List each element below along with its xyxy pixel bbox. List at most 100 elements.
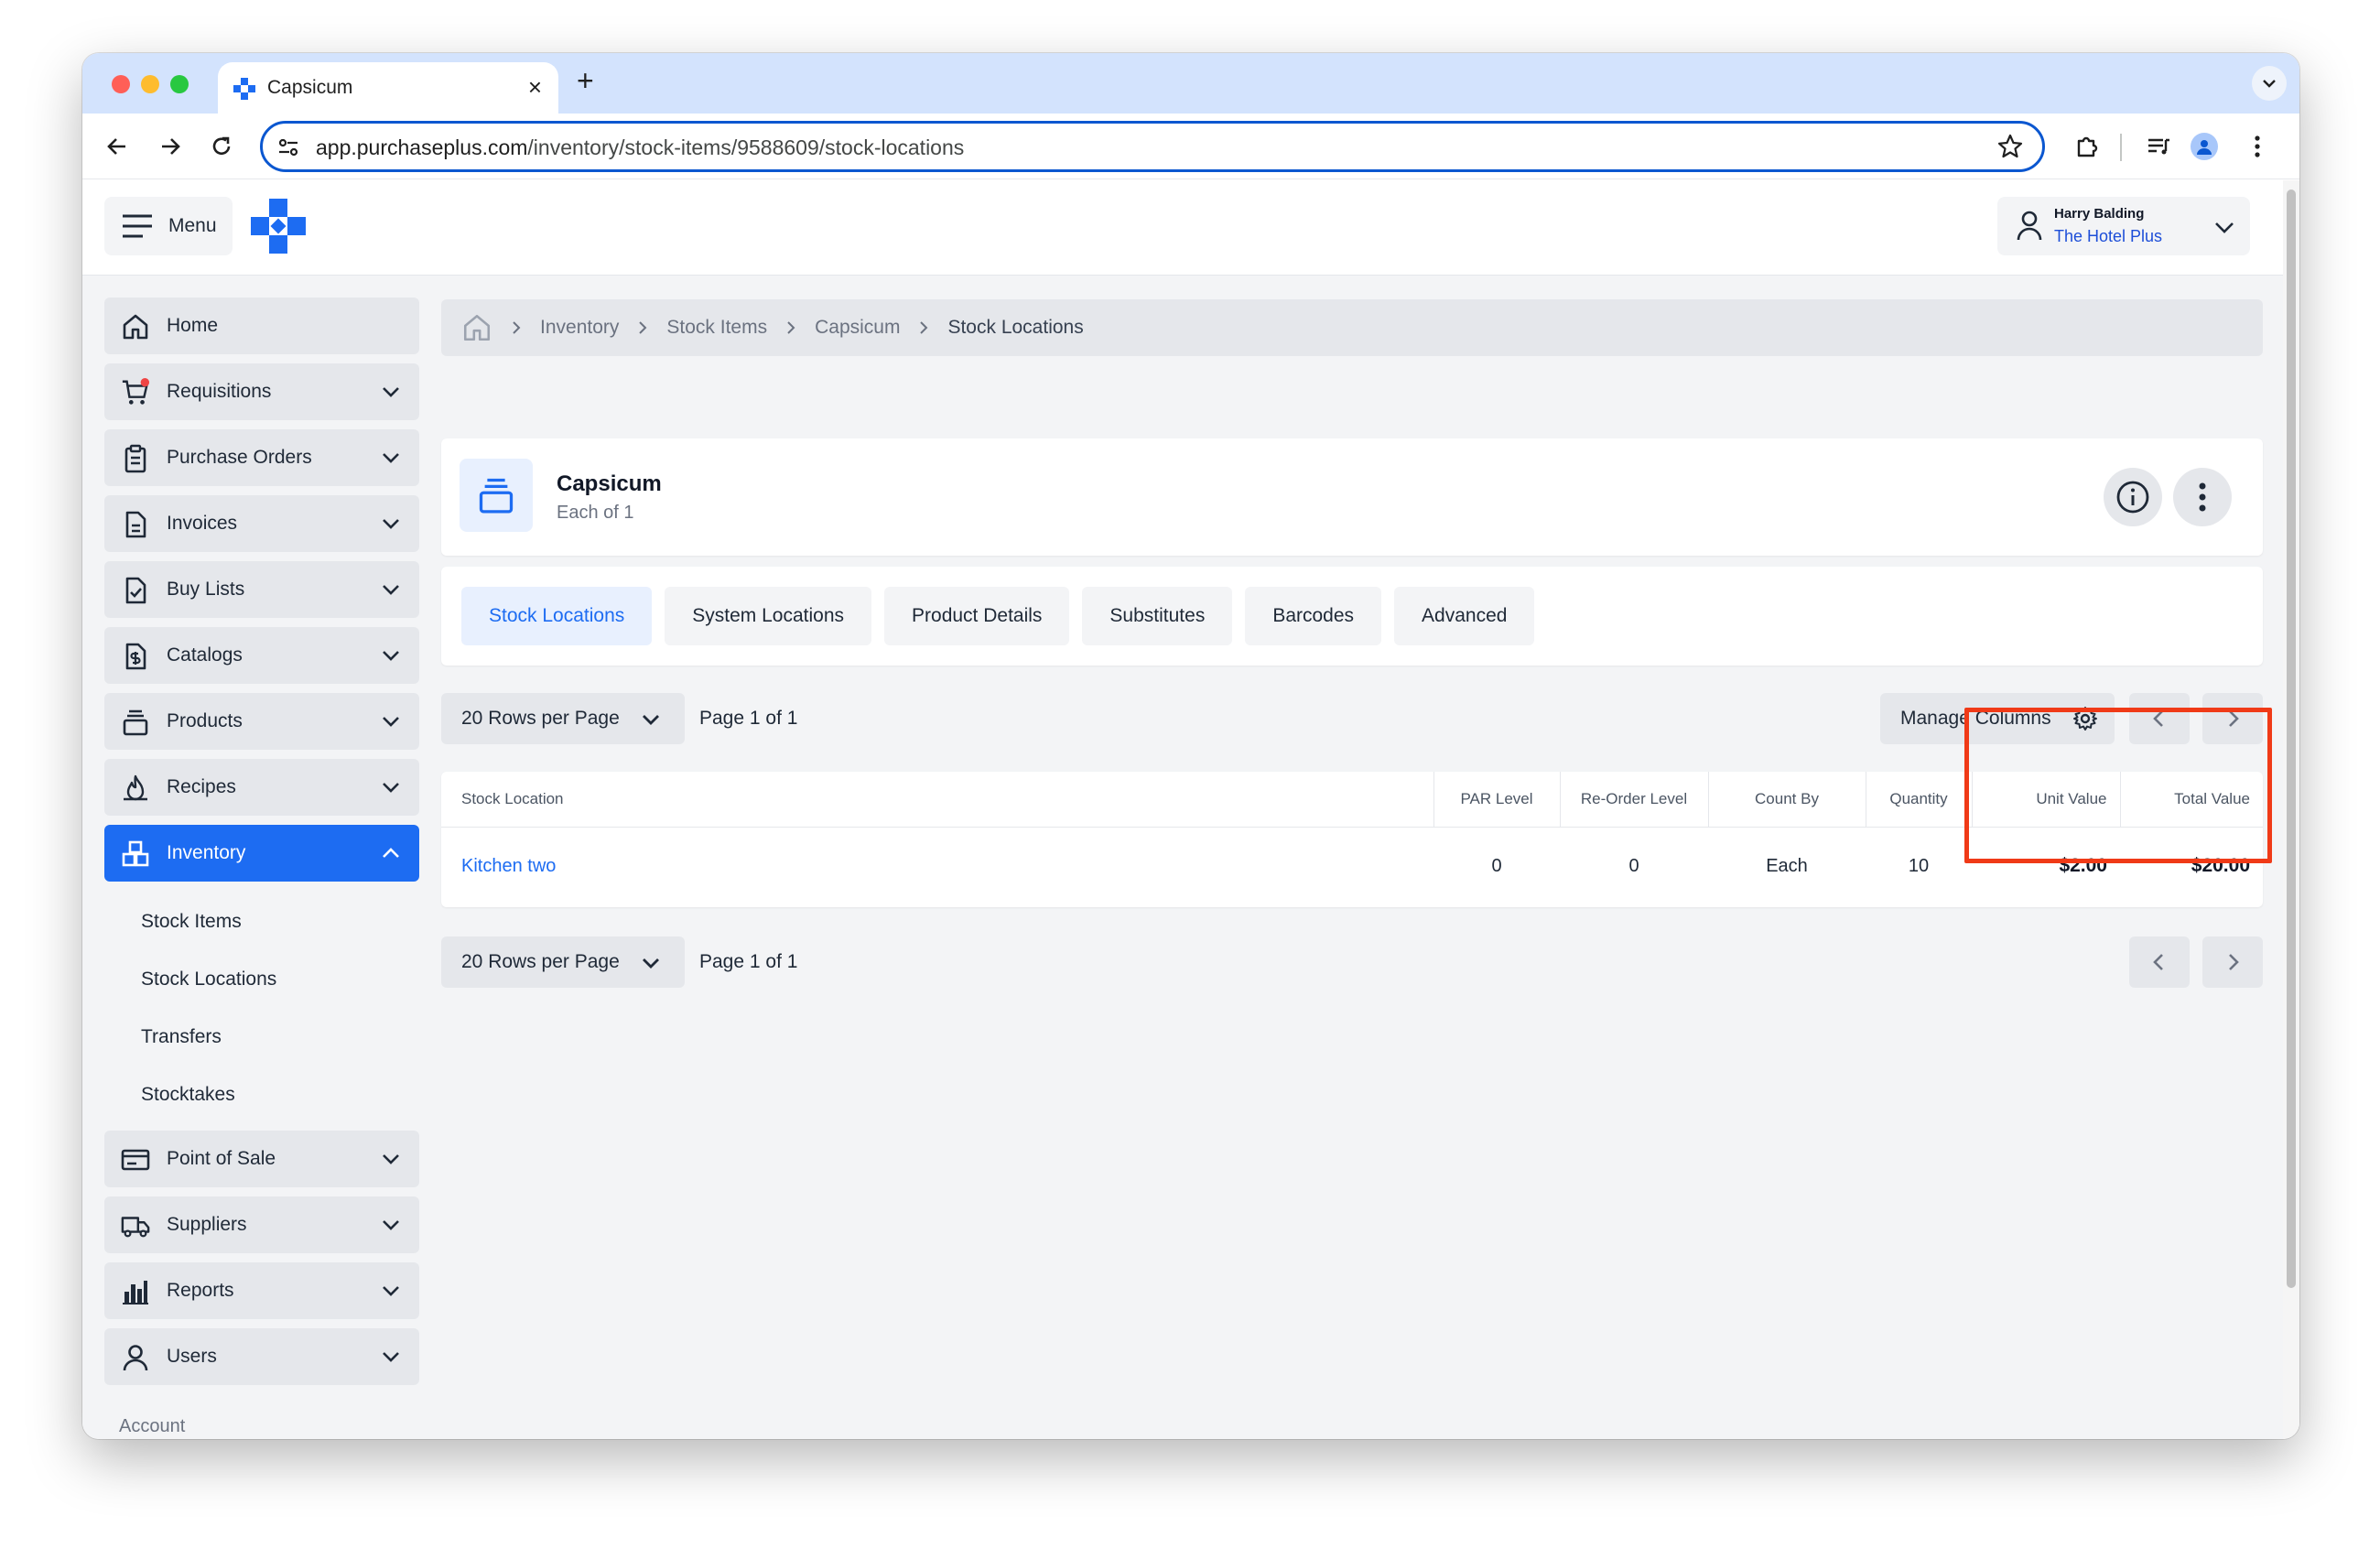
info-button[interactable] [2104, 468, 2162, 526]
stock-locations-table: Stock Location PAR Level Re-Order Level … [441, 772, 2263, 907]
profile-button[interactable] [2188, 130, 2221, 163]
minimize-window-button[interactable] [141, 75, 159, 93]
tab-substitutes[interactable]: Substitutes [1082, 587, 1233, 645]
unit-value-cell: $2.00 [2059, 855, 2107, 877]
sidebar-item-buy-lists[interactable]: Buy Lists [104, 561, 419, 618]
back-button[interactable] [101, 130, 134, 163]
purchaseplus-logo[interactable] [251, 199, 306, 254]
inventory-submenu: Stock Items Stock Locations Transfers St… [104, 891, 419, 1131]
browser-tab-bar: Capsicum × + [82, 53, 2299, 114]
next-page-button[interactable] [2202, 693, 2263, 744]
sidebar-item-products[interactable]: Products [104, 693, 419, 750]
page-scrollbar-thumb[interactable] [2287, 189, 2296, 1288]
rows-per-page-select[interactable]: 20 Rows per Page [441, 693, 685, 744]
tab-search-button[interactable] [2252, 66, 2287, 101]
profile-avatar-icon [2191, 133, 2218, 160]
new-tab-button[interactable]: + [577, 64, 594, 98]
forward-button[interactable] [154, 130, 187, 163]
chevron-right-icon [2229, 954, 2239, 970]
item-tabs: Stock Locations System Locations Product… [441, 567, 2263, 666]
column-header-unit-value[interactable]: Unit Value [1971, 772, 2120, 828]
sidebar-subitem-stock-locations[interactable]: Stock Locations [104, 950, 419, 1008]
app-area: Menu Harry Balding The Hotel Plus Home R… [82, 180, 2299, 1439]
sidebar-item-suppliers[interactable]: Suppliers [104, 1196, 419, 1253]
extensions-button[interactable] [2071, 130, 2104, 163]
sidebar-item-label: Requisitions [167, 381, 272, 402]
sidebar-item-label: Suppliers [167, 1214, 247, 1235]
hamburger-icon [123, 214, 152, 238]
close-window-button[interactable] [112, 75, 130, 93]
sidebar-item-requisitions[interactable]: Requisitions [104, 363, 419, 420]
page-scrollbar[interactable] [2283, 180, 2299, 1439]
rows-per-page-label: 20 Rows per Page [461, 708, 620, 729]
table-row: Kitchen two 0 0 Each 10 $2.00 $20.00 [441, 827, 2263, 905]
bookmark-star-icon[interactable] [1996, 133, 2024, 160]
rows-per-page-label: 20 Rows per Page [461, 951, 620, 972]
tab-advanced[interactable]: Advanced [1394, 587, 1535, 645]
count-by-cell: Each [1766, 855, 1808, 876]
par-level-cell: 0 [1491, 855, 1502, 876]
gear-icon [2073, 707, 2097, 731]
sidebar-subitem-transfers[interactable]: Transfers [104, 1008, 419, 1066]
sidebar-item-catalogs[interactable]: Catalogs [104, 627, 419, 684]
media-controls-button[interactable] [2142, 130, 2175, 163]
stock-location-link[interactable]: Kitchen two [441, 827, 1433, 905]
browser-menu-button[interactable] [2241, 130, 2274, 163]
sidebar-subitem-stock-items[interactable]: Stock Items [104, 893, 419, 950]
app-header: Menu Harry Balding The Hotel Plus [82, 180, 2283, 276]
more-options-button[interactable] [2173, 468, 2232, 526]
tab-stock-locations[interactable]: Stock Locations [461, 587, 653, 645]
sidebar-item-point-of-sale[interactable]: Point of Sale [104, 1131, 419, 1187]
stack-icon [479, 478, 514, 514]
address-bar[interactable]: app.purchaseplus.com/inventory/stock-ite… [260, 121, 2045, 172]
sidebar-item-reports[interactable]: Reports [104, 1262, 419, 1319]
sidebar-item-label: Catalogs [167, 644, 243, 666]
maximize-window-button[interactable] [170, 75, 189, 93]
previous-page-button[interactable] [2129, 693, 2190, 744]
browser-toolbar: app.purchaseplus.com/inventory/stock-ite… [82, 114, 2299, 179]
column-header-count-by[interactable]: Count By [1707, 772, 1866, 828]
url-text: app.purchaseplus.com/inventory/stock-ite… [316, 135, 964, 160]
manage-columns-button[interactable]: Manage Columns [1880, 693, 2115, 744]
product-image [460, 459, 533, 532]
home-icon[interactable] [461, 312, 492, 343]
chevron-down-icon [383, 585, 399, 595]
sidebar-item-recipes[interactable]: Recipes [104, 759, 419, 816]
arrow-right-icon [162, 138, 180, 155]
column-header-quantity[interactable]: Quantity [1865, 772, 1972, 828]
sidebar-item-purchase-orders[interactable]: Purchase Orders [104, 429, 419, 486]
chevron-down-icon [643, 958, 659, 969]
breadcrumb-inventory[interactable]: Inventory [540, 317, 619, 339]
tab-system-locations[interactable]: System Locations [665, 587, 872, 645]
sidebar-item-users[interactable]: Users [104, 1328, 419, 1385]
sidebar-item-label: Buy Lists [167, 579, 245, 600]
sidebar-item-label: Reports [167, 1280, 234, 1301]
reload-button[interactable] [205, 130, 238, 163]
sidebar-subitem-stocktakes[interactable]: Stocktakes [104, 1066, 419, 1123]
sidebar-item-home[interactable]: Home [104, 298, 419, 354]
column-header-reorder-level[interactable]: Re-Order Level [1559, 772, 1708, 828]
tab-close-icon[interactable]: × [528, 73, 542, 102]
chevron-down-icon [383, 783, 399, 793]
user-menu-button[interactable]: Harry Balding The Hotel Plus [1997, 197, 2250, 255]
chevron-down-icon [643, 715, 659, 725]
tab-product-details[interactable]: Product Details [884, 587, 1070, 645]
menu-button[interactable]: Menu [104, 197, 233, 255]
column-header-stock-location[interactable]: Stock Location [441, 772, 1433, 828]
breadcrumb-capsicum[interactable]: Capsicum [815, 317, 900, 339]
stack-icon [121, 708, 150, 737]
chevron-down-icon [383, 387, 399, 397]
column-header-total-value[interactable]: Total Value [2119, 772, 2263, 828]
chevron-right-icon [513, 321, 521, 334]
previous-page-button[interactable] [2129, 936, 2190, 988]
sidebar-item-inventory[interactable]: Inventory [104, 825, 419, 882]
rows-per-page-select[interactable]: 20 Rows per Page [441, 936, 685, 988]
user-name: Harry Balding [2054, 206, 2145, 222]
sidebar-item-invoices[interactable]: Invoices [104, 495, 419, 552]
total-value-cell: $20.00 [2191, 855, 2250, 877]
column-header-par-level[interactable]: PAR Level [1433, 772, 1560, 828]
breadcrumb-stock-items[interactable]: Stock Items [666, 317, 767, 339]
tab-barcodes[interactable]: Barcodes [1245, 587, 1382, 645]
next-page-button[interactable] [2202, 936, 2263, 988]
browser-tab[interactable]: Capsicum × [218, 62, 558, 114]
